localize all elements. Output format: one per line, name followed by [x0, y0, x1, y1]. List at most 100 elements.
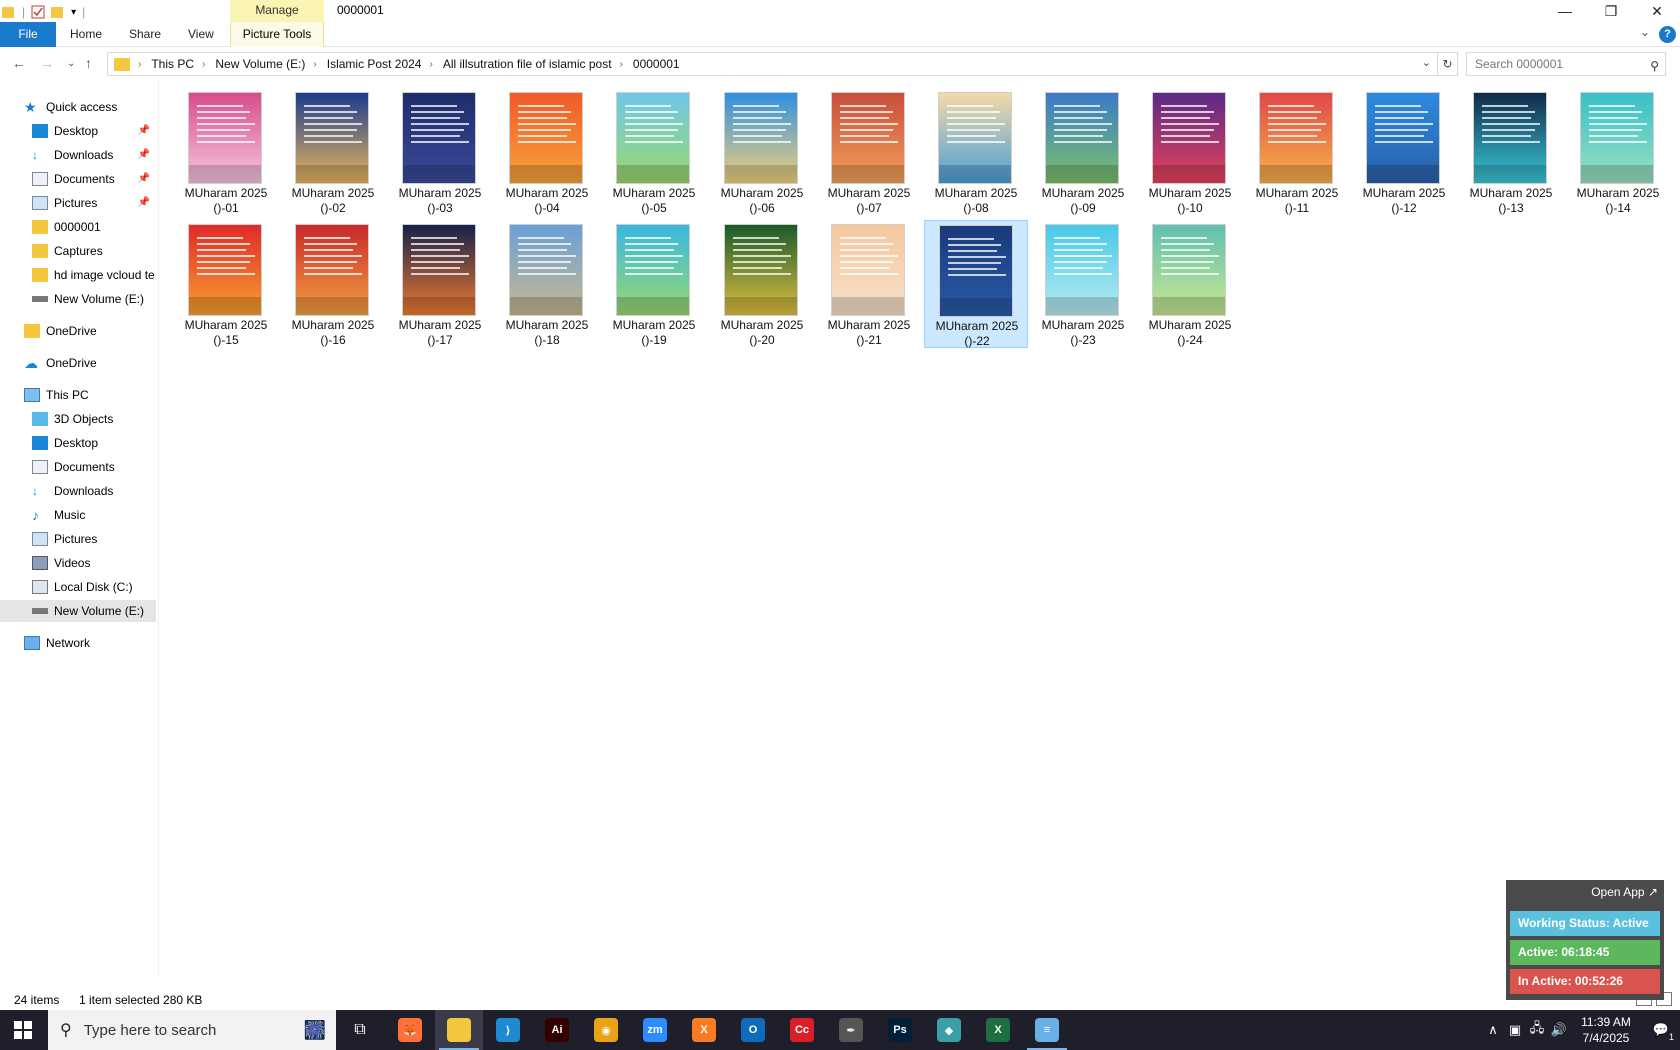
breadcrumb-this-pc[interactable]: This PC	[151, 57, 194, 71]
file-tile[interactable]: MUharam 2025 ()-21	[817, 220, 921, 348]
file-tile[interactable]: MUharam 2025 ()-24	[1138, 220, 1242, 348]
sidebar-item-documents[interactable]: Documents 📌	[0, 168, 156, 190]
taskbar-app-pen-tool[interactable]: ✒	[827, 1010, 875, 1050]
recent-locations-icon[interactable]: ⌄	[67, 58, 75, 69]
tab-picture-tools[interactable]: Picture Tools	[230, 22, 324, 47]
clock[interactable]: 11:39 AM 7/4/2025	[1570, 1014, 1642, 1046]
file-tile[interactable]: MUharam 2025 ()-15	[174, 220, 278, 348]
taskbar-app-chrome[interactable]: ◉	[582, 1010, 630, 1050]
task-view-icon[interactable]: ⧉	[336, 1010, 384, 1050]
search-icon[interactable]: ⚲	[1650, 55, 1659, 77]
file-tile[interactable]: MUharam 2025 ()-10	[1138, 88, 1242, 216]
refresh-icon[interactable]: ↻	[1438, 52, 1458, 76]
file-tile[interactable]: MUharam 2025 ()-09	[1031, 88, 1135, 216]
file-tile[interactable]: MUharam 2025 ()-06	[710, 88, 814, 216]
sidebar-item-pictures[interactable]: Pictures 📌	[0, 192, 156, 214]
taskbar-app-outlook[interactable]: O	[729, 1010, 777, 1050]
file-tile[interactable]: MUharam 2025 ()-04	[495, 88, 599, 216]
manage-tab[interactable]: Manage	[230, 0, 324, 22]
new-folder-icon[interactable]	[51, 5, 65, 19]
sidebar-onedrive[interactable]: ☁ OneDrive	[0, 352, 156, 374]
taskbar-app-app-diamond[interactable]: ◆	[925, 1010, 973, 1050]
sidebar-onedrive-personal[interactable]: OneDrive	[0, 320, 156, 342]
breadcrumb-islamic-post[interactable]: Islamic Post 2024	[327, 57, 422, 71]
tab-view[interactable]: View	[188, 22, 214, 47]
volume-icon[interactable]: 🔊	[1548, 1022, 1570, 1038]
taskbar-app-zoom[interactable]: zm	[631, 1010, 679, 1050]
taskbar-app-creative-cloud[interactable]: Cc	[778, 1010, 826, 1050]
taskbar-app-xampp[interactable]: X	[680, 1010, 728, 1050]
taskbar-app-illustrator[interactable]: Ai	[533, 1010, 581, 1050]
breadcrumb-current-folder[interactable]: 0000001	[633, 57, 680, 71]
file-tile[interactable]: MUharam 2025 ()-01	[174, 88, 278, 216]
sidebar-item-3d-objects[interactable]: 3D Objects	[0, 408, 156, 430]
sidebar-item-videos[interactable]: Videos	[0, 552, 156, 574]
taskbar-app-notepad[interactable]: ≡	[1023, 1010, 1071, 1050]
sidebar-item-pc-documents[interactable]: Documents	[0, 456, 156, 478]
file-tile[interactable]: MUharam 2025 ()-05	[602, 88, 706, 216]
tray-app-icon[interactable]: ▣	[1504, 1022, 1526, 1038]
tab-file[interactable]: File	[0, 22, 56, 47]
properties-icon[interactable]	[31, 5, 45, 19]
file-tile[interactable]: MUharam 2025 ()-17	[388, 220, 492, 348]
file-tile[interactable]: MUharam 2025 ()-02	[281, 88, 385, 216]
taskbar-app-vscode[interactable]: ⟩	[484, 1010, 532, 1050]
file-tile[interactable]: MUharam 2025 ()-18	[495, 220, 599, 348]
file-tile[interactable]: MUharam 2025 ()-19	[602, 220, 706, 348]
file-tile[interactable]: MUharam 2025 ()-03	[388, 88, 492, 216]
sidebar-item-folder-0000001[interactable]: 0000001	[0, 216, 156, 238]
address-bar[interactable]: › This PC › New Volume (E:) › Islamic Po…	[107, 52, 1438, 76]
file-tile[interactable]: MUharam 2025 ()-11	[1245, 88, 1349, 216]
sidebar-item-local-disk[interactable]: Local Disk (C:)	[0, 576, 156, 598]
chevron-up-icon[interactable]: ∧	[1482, 1022, 1504, 1038]
taskbar-app-excel[interactable]: X	[974, 1010, 1022, 1050]
close-button[interactable]: ✕	[1634, 0, 1680, 22]
file-tile[interactable]: MUharam 2025 ()-08	[924, 88, 1028, 216]
network-icon[interactable]: 🖧	[1526, 1019, 1548, 1041]
taskbar-app-photoshop[interactable]: Ps	[876, 1010, 924, 1050]
sidebar-item-pc-desktop[interactable]: Desktop	[0, 432, 156, 454]
back-arrow-icon[interactable]: ←	[12, 55, 26, 71]
search-input[interactable]: Search 0000001 ⚲	[1466, 52, 1666, 76]
folder-icon[interactable]	[2, 5, 16, 19]
open-app-link[interactable]: Open App ↗	[1591, 885, 1658, 899]
tab-home[interactable]: Home	[70, 22, 102, 47]
help-icon[interactable]: ?	[1659, 26, 1676, 43]
breadcrumb-new-volume[interactable]: New Volume (E:)	[215, 57, 305, 71]
sidebar-item-pc-downloads[interactable]: ↓ Downloads	[0, 480, 156, 502]
file-tile[interactable]: MUharam 2025 ()-22	[924, 220, 1028, 348]
taskbar-search-input[interactable]: ⚲ Type here to search 🎆	[48, 1010, 336, 1050]
file-tile[interactable]: MUharam 2025 ()-12	[1352, 88, 1456, 216]
sidebar-this-pc[interactable]: This PC	[0, 384, 156, 406]
expand-ribbon-icon[interactable]: ⌄	[1640, 25, 1650, 39]
file-tile[interactable]: MUharam 2025 ()-13	[1459, 88, 1563, 216]
breadcrumb-illustration-files[interactable]: All illsutration file of islamic post	[443, 57, 612, 71]
sidebar-item-captures[interactable]: Captures	[0, 240, 156, 262]
chevron-down-icon[interactable]: ⌄	[1422, 56, 1431, 69]
notification-icon[interactable]: 💬 1	[1650, 1022, 1674, 1042]
pane-divider[interactable]	[158, 80, 159, 978]
sidebar-item-hd-image[interactable]: hd image vcloud te	[0, 264, 156, 286]
sidebar-item-music[interactable]: ♪ Music	[0, 504, 156, 526]
file-tile[interactable]: MUharam 2025 ()-16	[281, 220, 385, 348]
minimize-button[interactable]: —	[1542, 0, 1588, 22]
forward-arrow-icon[interactable]: →	[40, 55, 54, 71]
file-tile[interactable]: MUharam 2025 ()-20	[710, 220, 814, 348]
restore-button[interactable]: ❐	[1588, 0, 1634, 22]
sidebar-item-new-volume-quick[interactable]: New Volume (E:)	[0, 288, 156, 310]
sidebar-quick-access[interactable]: ★ Quick access	[0, 96, 156, 118]
tab-share[interactable]: Share	[129, 22, 161, 47]
taskbar-app-firefox[interactable]: 🦊	[386, 1010, 434, 1050]
file-tile[interactable]: MUharam 2025 ()-07	[817, 88, 921, 216]
sidebar-item-desktop[interactable]: Desktop 📌	[0, 120, 156, 142]
sidebar-item-new-volume[interactable]: New Volume (E:)	[0, 600, 156, 622]
taskbar-app-file-explorer[interactable]	[435, 1010, 483, 1050]
file-tile[interactable]: MUharam 2025 ()-23	[1031, 220, 1135, 348]
qat-customize-icon[interactable]: ▾	[71, 7, 76, 18]
sidebar-network[interactable]: Network	[0, 632, 156, 654]
up-arrow-icon[interactable]: ↑	[85, 55, 92, 71]
start-button[interactable]	[0, 1010, 46, 1050]
file-tile[interactable]: MUharam 2025 ()-14	[1566, 88, 1670, 216]
sidebar-item-downloads[interactable]: ↓ Downloads 📌	[0, 144, 156, 166]
sidebar-item-pc-pictures[interactable]: Pictures	[0, 528, 156, 550]
